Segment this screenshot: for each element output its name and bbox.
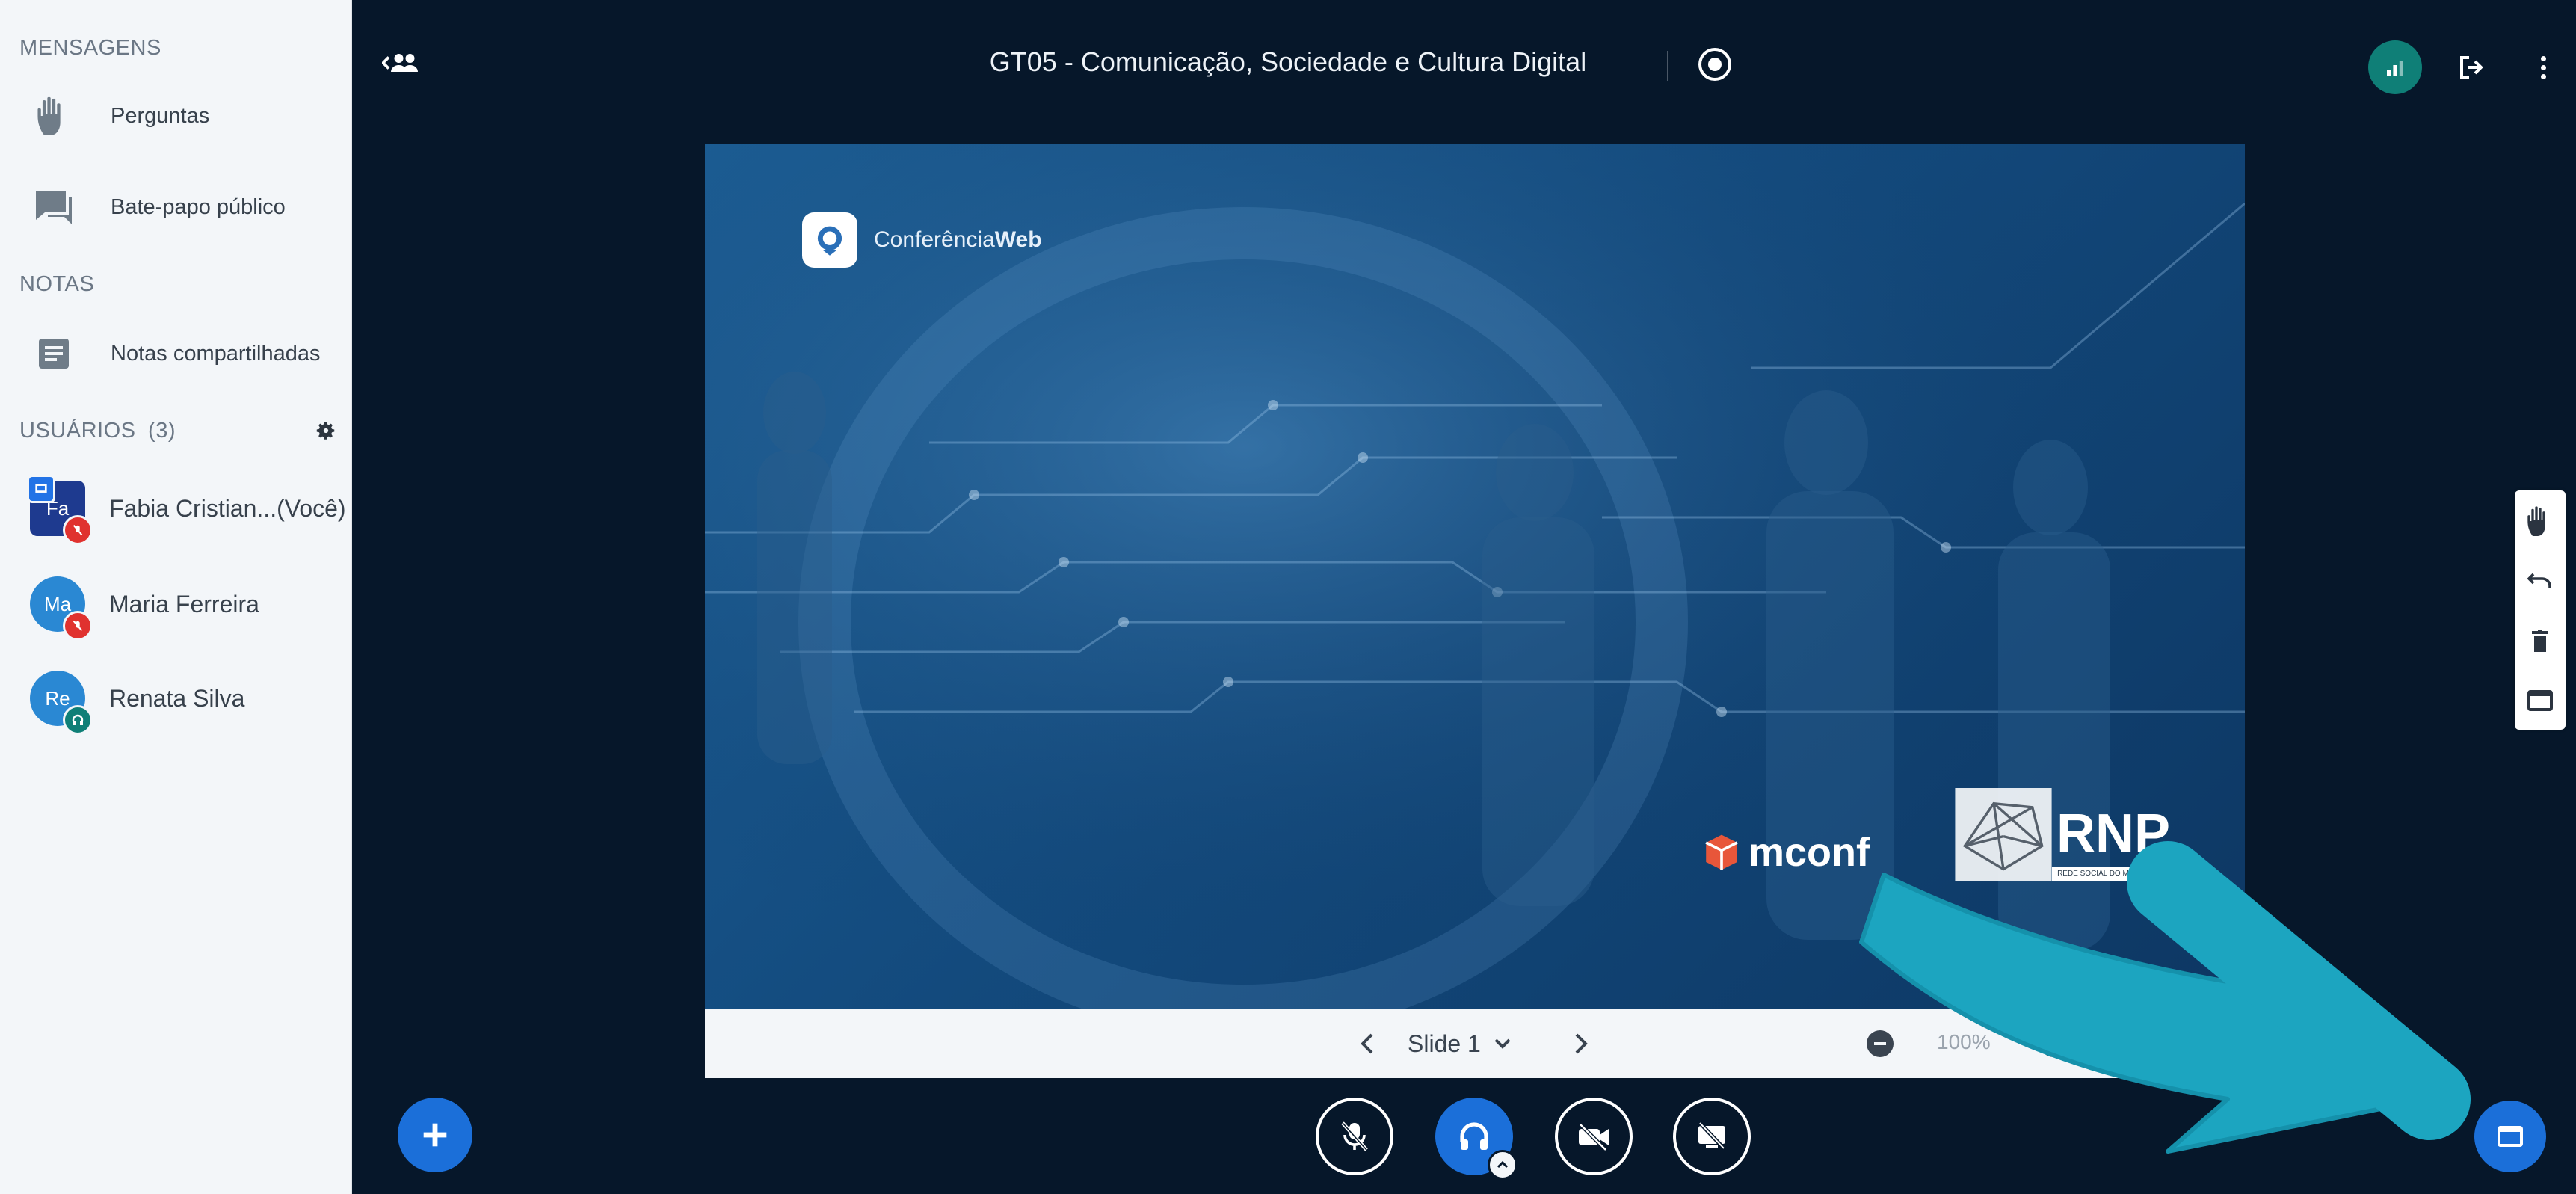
presentation-slide[interactable]: ConferênciaWeb mconf RNP REDE SOCIAL DO … [705, 144, 2245, 1009]
fit-to-width-icon[interactable] [2110, 1030, 2143, 1057]
logo-text-light: Conferência [874, 227, 995, 252]
users-section-title: USUÁRIOS (3) [19, 419, 176, 443]
mconf-logo-icon [1705, 834, 1738, 870]
restore-presentation-button[interactable] [2474, 1101, 2546, 1172]
avatar: Re [30, 671, 93, 735]
audio-options-chevron-icon[interactable] [1488, 1150, 1517, 1180]
rnp-logo: RNP REDE SOCIAL DO MCTI [1955, 788, 2170, 900]
rnp-tagline-bar: REDE SOCIAL DO MCTI [2052, 867, 2146, 881]
notes-icon [30, 330, 78, 378]
slide-selector-label: Slide 1 [1408, 1030, 1481, 1057]
connection-status-icon[interactable] [2368, 40, 2422, 94]
user-list-item[interactable]: Ma Maria Ferreira [30, 574, 259, 641]
zoom-in-icon[interactable] [2040, 1030, 2067, 1057]
previous-slide-icon[interactable] [1351, 1027, 1384, 1060]
sidebar-item-public-chat[interactable]: Bate-papo público [30, 181, 286, 233]
next-slide-icon[interactable] [1565, 1027, 1597, 1060]
mic-muted-badge-icon [63, 515, 93, 545]
undo-icon[interactable] [2515, 552, 2566, 610]
mute-microphone-button[interactable] [1316, 1098, 1393, 1175]
toggle-users-list-icon[interactable] [380, 48, 425, 78]
headphones-icon [1460, 1122, 1488, 1150]
user-name: Renata Silva [109, 684, 245, 712]
sidebar-item-label: Bate-papo público [111, 194, 286, 219]
presentation-window-icon [2498, 1126, 2523, 1147]
more-options-icon[interactable] [2528, 51, 2558, 84]
conferenciaweb-logo-icon [802, 212, 857, 268]
mconf-text: mconf [1748, 830, 1870, 875]
trash-icon[interactable] [2515, 612, 2566, 670]
whiteboard-toolbar [2515, 490, 2566, 730]
user-list-item[interactable]: Fa Fabia Cristian...(Você) [27, 475, 346, 545]
audio-headphones-button[interactable] [1435, 1098, 1517, 1180]
sidebar-item-questions[interactable]: Perguntas [30, 90, 209, 142]
zoom-value: 100% [1937, 1030, 1991, 1053]
sidebar-item-label: Perguntas [111, 103, 210, 128]
users-title-text: USUÁRIOS [19, 419, 136, 443]
record-icon[interactable] [1698, 48, 1731, 81]
avatar-initials: Ma [43, 592, 72, 615]
slide-selector[interactable]: Slide 1 [1408, 1024, 1511, 1063]
users-count: (3) [148, 419, 176, 443]
rnp-text: RNP [2056, 804, 2171, 864]
chat-icon [30, 183, 78, 231]
rnp-logo-icon [1955, 788, 2052, 881]
camera-off-icon [1579, 1123, 1609, 1151]
user-name: Fabia Cristian...(Você) [109, 494, 346, 522]
avatar: Fa [27, 475, 93, 545]
share-camera-button[interactable] [1555, 1098, 1633, 1175]
sidebar-item-label: Notas compartilhadas [111, 341, 321, 366]
zoom-out-icon[interactable] [1867, 1030, 1894, 1057]
presentation-toolbar: Slide 1 100% [705, 1009, 2245, 1078]
logo-text-bold: Web [994, 227, 1042, 252]
user-name: Maria Ferreira [109, 590, 259, 618]
headphones-badge-icon [63, 705, 93, 735]
avatar-initials: Re [45, 686, 70, 710]
mic-muted-icon [1341, 1121, 1368, 1151]
screenshare-off-icon [1698, 1121, 1725, 1150]
sidebar-item-shared-notes[interactable]: Notas compartilhadas [30, 327, 320, 380]
leave-icon[interactable] [2455, 51, 2488, 84]
pan-hand-tool-icon[interactable] [2515, 492, 2566, 550]
avatar: Ma [30, 576, 93, 641]
sidebar: MENSAGENS Perguntas Bate-papo público NO… [0, 0, 352, 1194]
users-settings-gear-icon[interactable] [311, 416, 341, 446]
conferenciaweb-logo: ConferênciaWeb [802, 212, 1042, 268]
chevron-down-icon [1494, 1038, 1511, 1049]
fullscreen-icon[interactable] [2190, 1030, 2216, 1057]
messages-section-title: MENSAGENS [19, 36, 161, 60]
actions-add-button[interactable] [398, 1098, 472, 1172]
user-list-item[interactable]: Re Renata Silva [30, 668, 245, 735]
presenter-icon [27, 475, 55, 503]
mic-muted-badge-icon [63, 611, 93, 641]
raised-hand-icon [30, 92, 78, 140]
title-divider [1667, 51, 1668, 81]
notes-section-title: NOTAS [19, 272, 95, 296]
multi-user-whiteboard-icon[interactable] [2515, 671, 2566, 730]
plus-icon [423, 1123, 447, 1147]
share-screen-button[interactable] [1673, 1098, 1751, 1175]
mconf-logo: mconf [1702, 829, 1870, 876]
